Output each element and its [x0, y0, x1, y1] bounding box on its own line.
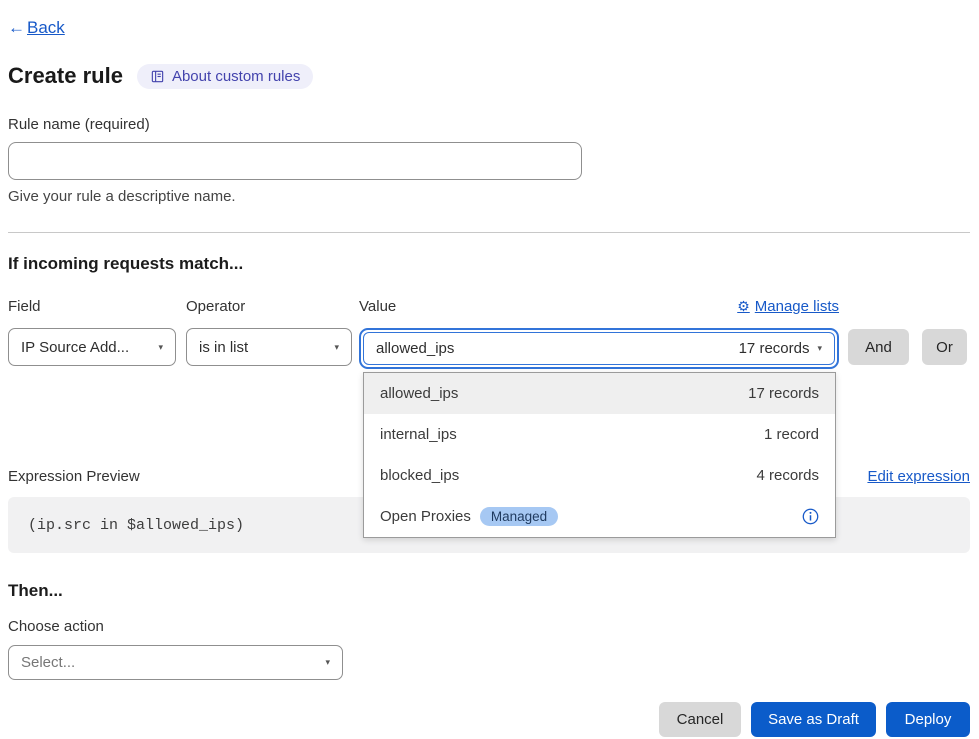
- dropdown-item-open-proxies[interactable]: Open Proxies Managed: [364, 496, 835, 537]
- gear-icon: ⚙: [737, 298, 750, 315]
- match-heading: If incoming requests match...: [8, 254, 970, 274]
- value-dropdown-menu: allowed_ips 17 records internal_ips 1 re…: [363, 372, 836, 538]
- dropdown-item-internal-ips[interactable]: internal_ips 1 record: [364, 414, 835, 455]
- expression-code: (ip.src in $allowed_ips): [28, 517, 244, 534]
- manage-lists-link[interactable]: ⚙ Manage lists: [737, 298, 839, 315]
- dropdown-item-blocked-ips[interactable]: blocked_ips 4 records: [364, 455, 835, 496]
- managed-badge: Managed: [480, 507, 558, 526]
- operator-select-value: is in list: [199, 339, 248, 356]
- section-divider: [8, 232, 970, 233]
- chevron-down-icon: ▾: [158, 342, 163, 353]
- choose-action-label: Choose action: [8, 618, 970, 635]
- list-count: 17 records: [748, 385, 819, 402]
- operator-select[interactable]: is in list ▾: [186, 328, 352, 366]
- manage-lists-label: Manage lists: [755, 298, 839, 315]
- dropdown-item-allowed-ips[interactable]: allowed_ips 17 records: [364, 373, 835, 414]
- value-select-count: 17 records: [739, 340, 810, 357]
- then-heading: Then...: [8, 581, 970, 601]
- action-select[interactable]: Select... ▾: [8, 645, 343, 680]
- value-label: Value: [359, 298, 396, 315]
- list-name: blocked_ips: [380, 467, 459, 484]
- field-label: Field: [8, 298, 186, 315]
- book-icon: [150, 69, 165, 84]
- expression-preview-label: Expression Preview: [8, 468, 140, 485]
- chevron-down-icon: ▾: [325, 657, 330, 668]
- title-row: Create rule About custom rules: [8, 63, 970, 89]
- and-button[interactable]: And: [848, 329, 909, 365]
- condition-row: IP Source Add... ▾ is in list ▾ allowed_…: [8, 328, 970, 369]
- page-title: Create rule: [8, 63, 123, 89]
- field-select-value: IP Source Add...: [21, 339, 129, 356]
- list-name: allowed_ips: [380, 385, 458, 402]
- field-select[interactable]: IP Source Add... ▾: [8, 328, 176, 366]
- about-custom-rules-label: About custom rules: [172, 68, 300, 85]
- edit-expression-link[interactable]: Edit expression: [867, 468, 970, 485]
- chevron-down-icon: ▾: [334, 342, 339, 353]
- rule-name-helper: Give your rule a descriptive name.: [8, 188, 970, 205]
- back-link[interactable]: Back: [27, 18, 65, 37]
- create-rule-page: ←Back Create rule About custom rules Rul…: [0, 0, 979, 737]
- back-row: ←Back: [8, 18, 970, 38]
- list-count: 4 records: [756, 467, 819, 484]
- rule-name-label: Rule name (required): [8, 116, 970, 133]
- rule-name-input[interactable]: [8, 142, 582, 180]
- deploy-button[interactable]: Deploy: [886, 702, 970, 737]
- info-icon[interactable]: [802, 508, 819, 525]
- list-name: Open Proxies: [380, 508, 471, 525]
- save-as-draft-button[interactable]: Save as Draft: [751, 702, 876, 737]
- list-count: 1 record: [764, 426, 819, 443]
- about-custom-rules-link[interactable]: About custom rules: [137, 64, 313, 89]
- back-arrow-icon: ←: [8, 18, 25, 37]
- footer-actions: Cancel Save as Draft Deploy: [8, 702, 970, 737]
- action-select-placeholder: Select...: [21, 654, 75, 671]
- cancel-button[interactable]: Cancel: [659, 702, 741, 737]
- value-select[interactable]: allowed_ips 17 records ▾: [363, 332, 835, 365]
- or-button[interactable]: Or: [922, 329, 967, 365]
- chevron-down-icon: ▾: [817, 343, 822, 354]
- condition-labels-row: Field Operator Value ⚙ Manage lists: [8, 298, 970, 315]
- value-select-value: allowed_ips: [376, 340, 454, 357]
- value-select-focused: allowed_ips 17 records ▾ allowed_ips 17 …: [359, 328, 839, 369]
- list-name: internal_ips: [380, 426, 457, 443]
- operator-label: Operator: [186, 298, 359, 315]
